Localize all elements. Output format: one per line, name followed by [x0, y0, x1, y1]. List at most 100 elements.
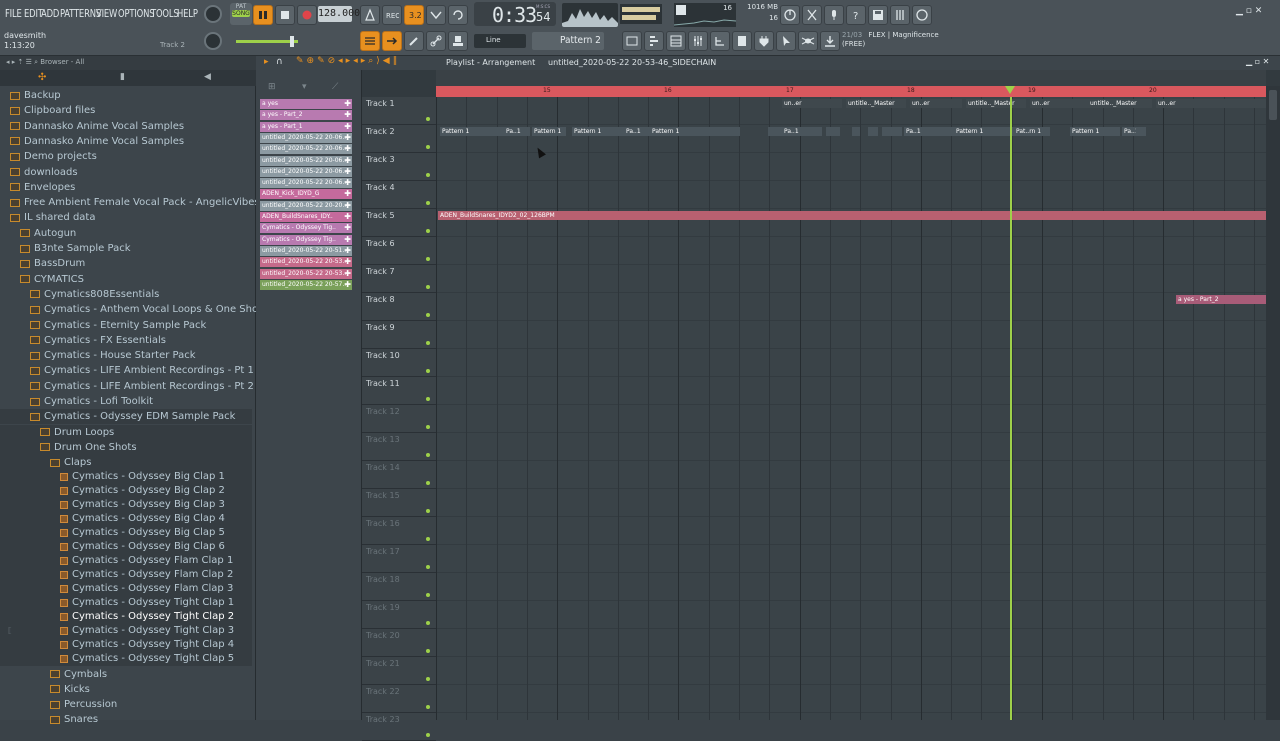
tools-icons[interactable]: ✎⊕✎⊘◂▸◂▸⌕⟩◀‖: [296, 56, 400, 66]
browser-folder-item[interactable]: Dannasko Anime Vocal Samples: [0, 134, 252, 149]
browser-file-item[interactable]: Cymatics - Odyssey Flam Clap 3: [0, 581, 252, 597]
browser-folder-item[interactable]: Cymatics - FX Essentials: [0, 333, 252, 348]
track-lane[interactable]: [436, 153, 1266, 181]
picker-clip-item[interactable]: untitled_2020-05-22 20-57.. ✚: [260, 279, 352, 290]
clip-plus-icon[interactable]: ✚: [344, 110, 351, 120]
track-lane[interactable]: [436, 601, 1266, 629]
help-button[interactable]: ?: [846, 5, 866, 25]
track-enable-led-icon[interactable]: [426, 565, 430, 569]
pattern-clip[interactable]: Pattern 1: [1070, 127, 1120, 153]
picker-clip-item[interactable]: untitled_2020-05-22 20-53.. ✚: [260, 268, 352, 279]
pattern-clip[interactable]: [826, 127, 840, 153]
track-header[interactable]: Track 16: [362, 517, 436, 545]
track-lane[interactable]: [436, 433, 1266, 461]
menu-add[interactable]: ADD: [41, 7, 59, 20]
master-clip[interactable]: untitle.._Master: [846, 99, 906, 125]
audio-clip[interactable]: a yes - Part_2: [1176, 295, 1266, 321]
snap-arrow-button[interactable]: [382, 31, 402, 51]
clip-plus-icon[interactable]: ✚: [344, 280, 351, 290]
browser-folder-item[interactable]: Drum One Shots: [0, 439, 252, 455]
playlist-grid[interactable]: un..er untitle.._Master un..er untitle.._Ma…: [436, 97, 1266, 720]
track-enable-led-icon[interactable]: [426, 537, 430, 541]
menu-help[interactable]: HELP: [177, 7, 198, 20]
track-header[interactable]: Track 3: [362, 153, 436, 181]
metronome-button[interactable]: [360, 5, 380, 25]
playlist-menu-arrow-icon[interactable]: ▸: [264, 57, 269, 67]
track-enable-led-icon[interactable]: [426, 649, 430, 653]
track-header[interactable]: Track 5: [362, 209, 436, 237]
browser-folder-item[interactable]: CYMATICS: [0, 272, 252, 287]
macro-button[interactable]: [798, 31, 818, 51]
track-lane[interactable]: [436, 321, 1266, 349]
clip-plus-icon[interactable]: ✚: [344, 269, 351, 279]
track-header[interactable]: Track 1: [362, 97, 436, 125]
menu-patterns[interactable]: PATTERNS: [60, 7, 101, 20]
pattern-clip[interactable]: Pa..1: [904, 127, 954, 153]
vertical-scrollbar[interactable]: [1266, 86, 1280, 720]
master-clip[interactable]: untitle.._Master: [1088, 99, 1152, 125]
magnet-icon[interactable]: ∩: [276, 57, 283, 67]
clip-plus-icon[interactable]: ✚: [344, 201, 351, 211]
pattern-clip[interactable]: Pat..rn 1: [1014, 127, 1050, 153]
browser-file-item[interactable]: Cymatics - Odyssey Tight Clap 2: [0, 609, 252, 625]
play-button[interactable]: [253, 5, 273, 25]
track-header[interactable]: Track 17: [362, 545, 436, 573]
browser-file-item[interactable]: Cymatics - Odyssey Flam Clap 1: [0, 553, 252, 569]
track-enable-led-icon[interactable]: [426, 173, 430, 177]
track-header[interactable]: Track 18: [362, 573, 436, 601]
master-volume-knob[interactable]: [204, 32, 222, 50]
track-enable-led-icon[interactable]: [426, 201, 430, 205]
draw-tool-button[interactable]: [404, 31, 424, 51]
browser-folder-item[interactable]: Kicks: [0, 682, 252, 697]
speaker-icon[interactable]: ◀: [204, 72, 211, 82]
file-icon[interactable]: ▮: [120, 72, 125, 82]
browser-folder-item[interactable]: IL shared data: [0, 210, 252, 225]
browser-folder-item[interactable]: Cymbals: [0, 667, 252, 682]
menu-edit[interactable]: EDIT: [24, 7, 43, 20]
clip-plus-icon[interactable]: ✚: [344, 235, 351, 245]
browser-folder-item[interactable]: BassDrum: [0, 256, 252, 271]
track-header[interactable]: Track 7: [362, 265, 436, 293]
browser-scroll-handle[interactable]: ⟦: [8, 626, 16, 636]
browser-file-item[interactable]: Cymatics - Odyssey Tight Clap 4: [0, 637, 252, 653]
browser-folder-item[interactable]: Cymatics - LIFE Ambient Recordings - Pt …: [0, 363, 254, 378]
pattern-clip[interactable]: [768, 127, 782, 153]
track-enable-led-icon[interactable]: [426, 397, 430, 401]
browser-folder-item[interactable]: Cymatics - Odyssey EDM Sample Pack: [0, 409, 252, 425]
track-enable-led-icon[interactable]: [426, 369, 430, 373]
browser-folder-item[interactable]: Cymatics - LIFE Ambient Recordings - Pt …: [0, 379, 254, 394]
close-icon[interactable]: ✕: [1255, 6, 1263, 16]
picker-clip-item[interactable]: untitled_2020-05-22 20-53.. ✚: [260, 257, 352, 268]
snap-selector[interactable]: Line: [474, 34, 526, 48]
picker-clip-item[interactable]: untitled_2020-05-22 20-20.. ✚: [260, 200, 352, 211]
menu-tools[interactable]: TOOLS: [151, 7, 179, 20]
minimize-icon[interactable]: ▁: [1236, 6, 1243, 16]
track-header[interactable]: Track 22: [362, 685, 436, 713]
track-enable-led-icon[interactable]: [426, 117, 430, 121]
track-lane[interactable]: [436, 293, 1266, 321]
pattern-clip[interactable]: [1136, 127, 1146, 153]
picker-clip-item[interactable]: a yes - Part_1 ✚: [260, 121, 352, 132]
pattern-clip[interactable]: [882, 127, 902, 153]
browser-folder-item[interactable]: Cymatics - Eternity Sample Pack: [0, 318, 252, 333]
browser-file-item[interactable]: Cymatics - Odyssey Big Clap 1: [0, 469, 252, 485]
clip-plus-icon[interactable]: ✚: [344, 257, 351, 267]
menu-icon[interactable]: ▾: [302, 82, 307, 92]
clip-plus-icon[interactable]: ✚: [344, 133, 351, 143]
track-enable-led-icon[interactable]: [426, 145, 430, 149]
browser-file-item[interactable]: Cymatics - Odyssey Big Clap 4: [0, 511, 252, 527]
browser-folder-item[interactable]: Drum Loops: [0, 424, 252, 440]
playlist-overview[interactable]: [436, 70, 1266, 86]
browser-folder-item[interactable]: Envelopes: [0, 180, 252, 195]
browser-folder-item[interactable]: Backup: [0, 88, 252, 103]
master-clip[interactable]: un..er: [782, 99, 842, 125]
picker-clip-item[interactable]: Cymatics - Odyssey Tig.. ✚: [260, 223, 352, 234]
picker-clip-item[interactable]: untitled_2020-05-22 20-06.. ✚: [260, 144, 352, 155]
picker-clip-item[interactable]: untitled_2020-05-22 20-06.. ✚: [260, 178, 352, 189]
track-lane[interactable]: [436, 629, 1266, 657]
add-icon[interactable]: ✣: [38, 72, 46, 83]
master-clip[interactable]: un..er: [1156, 99, 1266, 125]
clip-plus-icon[interactable]: ✚: [344, 122, 351, 132]
browser-toggle-button[interactable]: [732, 31, 752, 51]
browser-folder-item[interactable]: Clipboard files: [0, 103, 252, 118]
